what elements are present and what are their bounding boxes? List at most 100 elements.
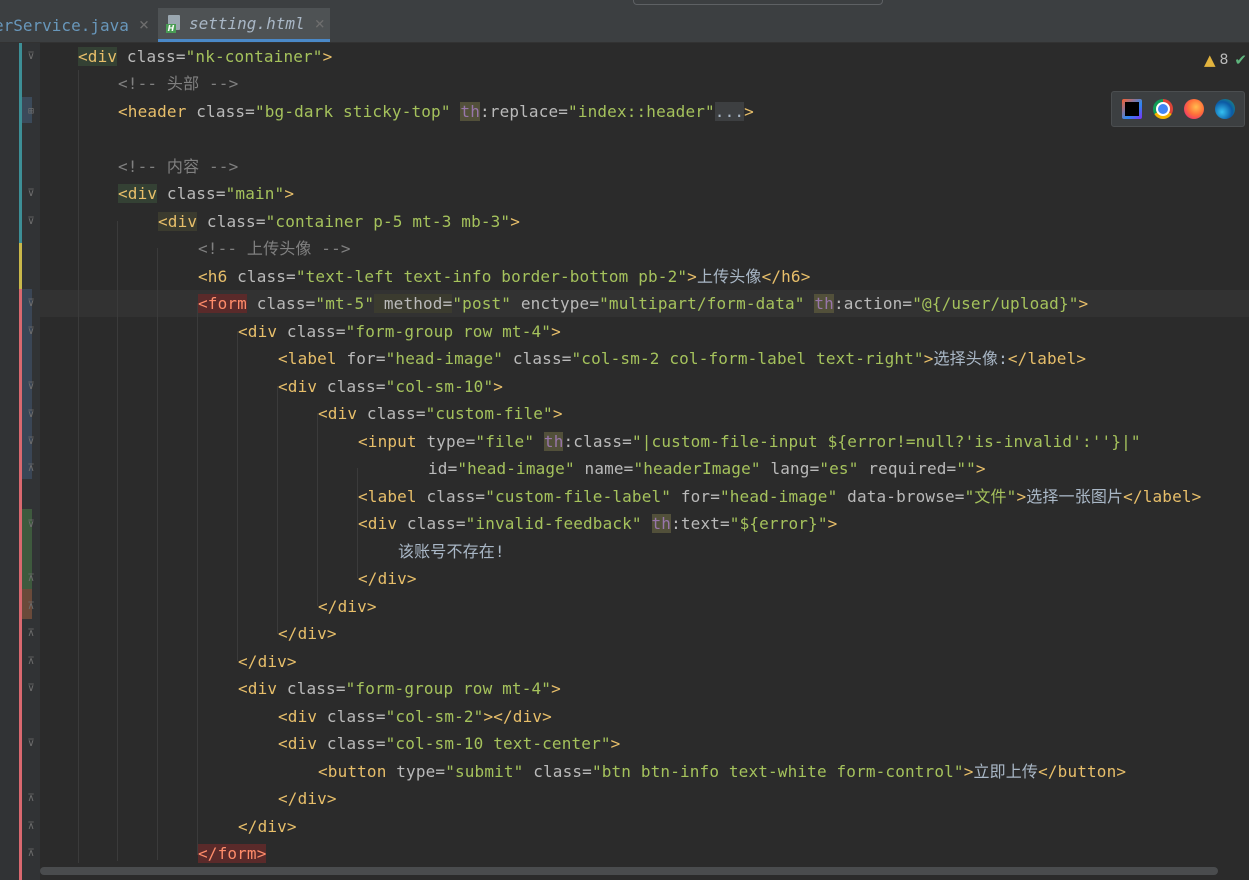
- code-string: "bg-dark sticky-top": [254, 102, 451, 121]
- edge-icon[interactable]: [1214, 99, 1235, 119]
- code-string: "${error}": [729, 514, 828, 533]
- code-line-2[interactable]: <!-- 头部 -->: [118, 70, 238, 97]
- scrollbar-thumb[interactable]: [40, 867, 1218, 875]
- close-icon[interactable]: ×: [315, 14, 325, 34]
- code-attr: required=: [858, 459, 957, 478]
- code-attr: class=: [157, 184, 226, 203]
- code-tag: >: [552, 404, 563, 423]
- code-line-19[interactable]: 该账号不存在!: [398, 538, 505, 565]
- tab-user-service-java[interactable]: erService.java ×: [0, 8, 150, 42]
- fold-icon[interactable]: ⊽: [26, 683, 36, 695]
- code-string: "custom-file-label": [485, 487, 672, 506]
- code-line-5[interactable]: <!-- 内容 -->: [118, 153, 238, 180]
- code-tag: >: [687, 267, 697, 286]
- code-line-17[interactable]: <label class="custom-file-label" for="he…: [358, 483, 1201, 510]
- code-attr: class=: [197, 212, 266, 231]
- fold-icon[interactable]: ⊽: [26, 298, 36, 310]
- code-line-26[interactable]: <div class="col-sm-10 text-center">: [278, 730, 620, 757]
- fold-icon[interactable]: ⊽: [26, 381, 36, 393]
- close-icon[interactable]: ×: [139, 15, 149, 35]
- code-line-27[interactable]: <button type="submit" class="btn btn-inf…: [318, 758, 1126, 785]
- code-line-3[interactable]: <header class="bg-dark sticky-top" th:re…: [118, 98, 754, 125]
- code-tag: <div: [118, 184, 158, 203]
- code-line-29[interactable]: </div>: [238, 813, 297, 840]
- tab-setting-html[interactable]: H setting.html ×: [158, 8, 330, 42]
- code-string: "form-group row mt-4": [345, 679, 552, 698]
- fold-end-icon[interactable]: ⊼: [26, 793, 36, 805]
- fold-icon[interactable]: ⊽: [26, 519, 36, 531]
- indent-guide: [317, 413, 318, 606]
- fold-end-icon[interactable]: ⊼: [26, 821, 36, 833]
- code-th-prefix: th: [460, 102, 480, 121]
- code-line-21[interactable]: </div>: [318, 593, 377, 620]
- fold-icon[interactable]: ⊽: [26, 188, 36, 200]
- code-line-10[interactable]: <form class="mt-5" method="post" enctype…: [198, 290, 1088, 317]
- code-string: "head-image": [457, 459, 575, 478]
- code-line-22[interactable]: </div>: [278, 620, 337, 647]
- code-line-1[interactable]: <div class="nk-container">: [78, 43, 332, 70]
- code-tag: >: [551, 679, 561, 698]
- fold-icon[interactable]: ⊽: [26, 409, 36, 421]
- chrome-icon[interactable]: [1152, 99, 1173, 119]
- code-line-16[interactable]: id="head-image" name="headerImage" lang=…: [428, 455, 986, 482]
- code-line-20[interactable]: </div>: [358, 565, 417, 592]
- fold-end-icon[interactable]: ⊼: [26, 601, 36, 613]
- code-line-23[interactable]: </div>: [238, 648, 297, 675]
- tab-label: setting.html: [189, 14, 305, 33]
- code-line-18[interactable]: <div class="invalid-feedback" th:text="$…: [358, 510, 837, 537]
- code-tag: <div: [358, 514, 398, 533]
- code-line-12[interactable]: <label for="head-image" class="col-sm-2 …: [278, 345, 1086, 372]
- fold-end-icon[interactable]: ⊼: [26, 463, 36, 475]
- code-line-8[interactable]: <!-- 上传头像 -->: [198, 235, 351, 262]
- code-attr: class=: [503, 349, 572, 368]
- code-string: "head-image": [385, 349, 504, 368]
- fold-icon[interactable]: ⊽: [26, 326, 36, 338]
- code-line-25[interactable]: <div class="col-sm-2"></div>: [278, 703, 552, 730]
- fold-icon[interactable]: ⊽: [26, 51, 36, 63]
- fold-expand-icon[interactable]: ⊞: [26, 106, 36, 118]
- code-line-11[interactable]: <div class="form-group row mt-4">: [238, 318, 561, 345]
- code-line-6[interactable]: <div class="main">: [118, 180, 294, 207]
- code-attr: class=: [117, 47, 186, 66]
- code-line-14[interactable]: <div class="custom-file">: [318, 400, 563, 427]
- code-tag: <header: [118, 102, 187, 121]
- code-line-28[interactable]: </div>: [278, 785, 337, 812]
- fold-icon[interactable]: ⊽: [26, 436, 36, 448]
- folded-code-placeholder[interactable]: ...: [714, 102, 745, 121]
- code-string: "col-sm-10": [385, 377, 494, 396]
- code-tag: >: [551, 322, 561, 341]
- inspection-widget[interactable]: ▲ 8 ✔: [1204, 50, 1249, 70]
- code-string: "container p-5 mt-3 mb-3": [265, 212, 511, 231]
- horizontal-scrollbar[interactable]: [40, 863, 1249, 880]
- firefox-icon[interactable]: [1183, 99, 1204, 119]
- code-line-30[interactable]: </form>: [198, 840, 267, 863]
- code-line-24[interactable]: <div class="form-group row mt-4">: [238, 675, 561, 702]
- code-line-7[interactable]: <div class="container p-5 mt-3 mb-3">: [158, 208, 520, 235]
- intellij-icon[interactable]: [1121, 99, 1142, 119]
- toolbar-search-field[interactable]: [633, 0, 883, 5]
- code-comment: <!-- 上传头像 -->: [198, 239, 351, 258]
- fold-icon[interactable]: ⊽: [26, 738, 36, 750]
- code-attr: class=: [523, 762, 592, 781]
- code-line-13[interactable]: <div class="col-sm-10">: [278, 373, 503, 400]
- code-attr: class=: [357, 404, 426, 423]
- code-line-9[interactable]: <h6 class="text-left text-info border-bo…: [198, 263, 810, 290]
- code-tag: <div: [158, 212, 198, 231]
- code-tag: </form>: [198, 844, 267, 863]
- code-text: 该账号不存在!: [398, 542, 505, 561]
- code-attr: class=: [317, 734, 386, 753]
- editor-tab-bar: erService.java × H setting.html ×: [0, 0, 1249, 43]
- vcs-change-marker[interactable]: [19, 43, 22, 269]
- code-tag: </label>: [1123, 487, 1202, 506]
- fold-end-icon[interactable]: ⊼: [26, 573, 36, 585]
- code-line-15[interactable]: <input type="file" th:class="|custom-fil…: [358, 428, 1141, 455]
- vcs-change-marker[interactable]: [19, 243, 22, 289]
- code-tag: </button>: [1038, 762, 1127, 781]
- code-tag: <div: [78, 47, 118, 66]
- fold-end-icon[interactable]: ⊼: [26, 628, 36, 640]
- fold-end-icon[interactable]: ⊼: [26, 656, 36, 668]
- fold-icon[interactable]: ⊽: [26, 216, 36, 228]
- code-attr: class=: [227, 267, 296, 286]
- code-editor[interactable]: <div class="nk-container"> <!-- 头部 --> <…: [40, 43, 1249, 863]
- fold-end-icon[interactable]: ⊼: [26, 848, 36, 860]
